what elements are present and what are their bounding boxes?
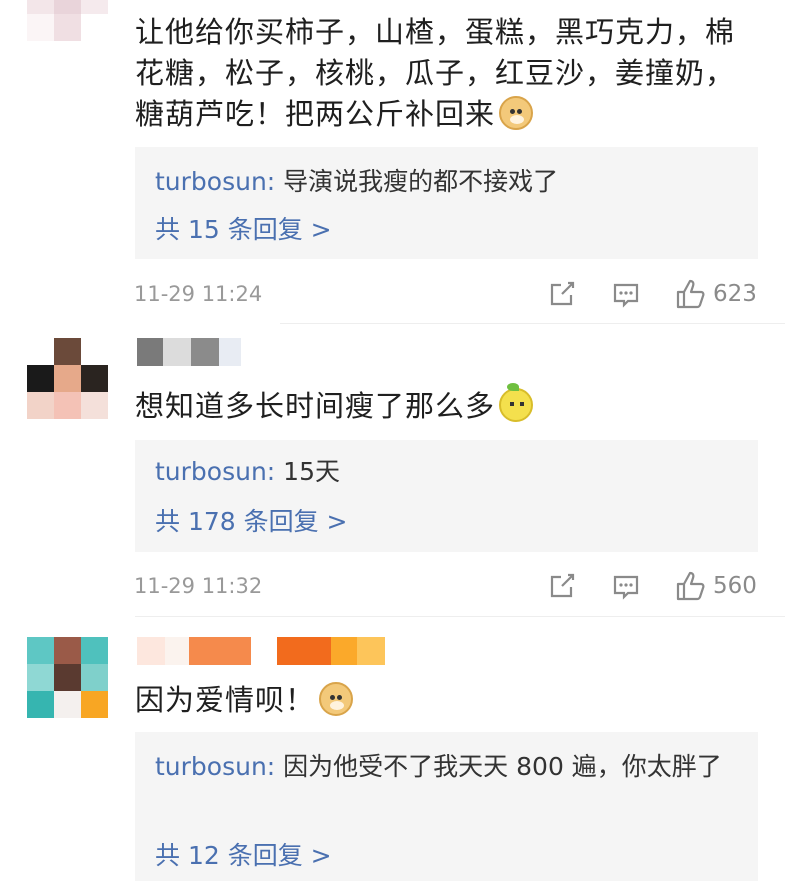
username-blurred[interactable] bbox=[137, 637, 385, 665]
reply-line: turbosun: 因为他受不了我天天 800 遍，你太胖了 bbox=[155, 748, 740, 785]
like-button[interactable]: 560 bbox=[675, 570, 757, 602]
comment-text: 让他给你买柿子，山楂，蛋糕，黑巧克力，棉花糖，松子，核桃，瓜子，红豆沙，姜撞奶，… bbox=[135, 12, 755, 135]
like-icon bbox=[676, 571, 705, 601]
like-count: 623 bbox=[713, 281, 757, 307]
reply-text: 因为他受不了我天天 800 遍，你太胖了 bbox=[275, 752, 722, 781]
like-count: 560 bbox=[713, 573, 757, 599]
comment-meta: 11-29 11:24 623 bbox=[0, 274, 785, 314]
reply-text: 15天 bbox=[275, 457, 340, 486]
reply-line: turbosun: 15天 bbox=[155, 454, 340, 490]
avatar-blurred[interactable] bbox=[27, 0, 108, 41]
comment-button[interactable] bbox=[612, 281, 640, 309]
comment-text: 因为爱情呗！ bbox=[135, 680, 755, 721]
username-blurred[interactable] bbox=[137, 338, 241, 366]
timestamp: 11-29 11:24 bbox=[134, 282, 263, 306]
comment-icon bbox=[613, 283, 639, 308]
comment-text-content: 让他给你买柿子，山楂，蛋糕，黑巧克力，棉花糖，松子，核桃，瓜子，红豆沙，姜撞奶，… bbox=[135, 15, 736, 131]
avatar-blurred[interactable] bbox=[27, 637, 108, 718]
doge-emoji-icon bbox=[319, 682, 354, 716]
reply-username[interactable]: turbosun: bbox=[155, 167, 275, 196]
share-button[interactable] bbox=[548, 280, 576, 308]
like-button[interactable]: 623 bbox=[675, 278, 757, 310]
reply-box[interactable]: turbosun: 15天 共 178 条回复 > bbox=[135, 440, 758, 552]
more-replies-link[interactable]: 共 15 条回复 > bbox=[155, 210, 332, 246]
comment-button[interactable] bbox=[612, 573, 640, 601]
comment-text-content: 因为爱情呗！ bbox=[135, 683, 316, 717]
divider bbox=[280, 323, 785, 324]
timestamp: 11-29 11:32 bbox=[134, 574, 263, 598]
reply-line: turbosun: 导演说我瘦的都不接戏了 bbox=[155, 164, 558, 200]
share-icon bbox=[550, 573, 575, 598]
reply-username[interactable]: turbosun: bbox=[155, 457, 275, 486]
avatar-blurred[interactable] bbox=[27, 338, 108, 419]
like-icon bbox=[676, 279, 705, 309]
comment-icon bbox=[613, 575, 639, 600]
reply-box[interactable]: turbosun: 因为他受不了我天天 800 遍，你太胖了 共 12 条回复 … bbox=[135, 732, 758, 881]
comment-text: 想知道多长时间瘦了那么多 bbox=[135, 383, 755, 427]
share-button[interactable] bbox=[548, 572, 576, 600]
lemon-emoji-icon bbox=[499, 383, 534, 422]
reply-text: 导演说我瘦的都不接戏了 bbox=[275, 167, 559, 196]
comment-meta: 11-29 11:32 560 bbox=[0, 566, 785, 606]
reply-box[interactable]: turbosun: 导演说我瘦的都不接戏了 共 15 条回复 > bbox=[135, 147, 758, 259]
reply-username[interactable]: turbosun: bbox=[155, 752, 275, 781]
doge-emoji-icon bbox=[499, 96, 534, 130]
more-replies-link[interactable]: 共 12 条回复 > bbox=[155, 836, 332, 872]
divider bbox=[135, 616, 785, 617]
more-replies-link[interactable]: 共 178 条回复 > bbox=[155, 502, 348, 538]
share-icon bbox=[550, 281, 575, 306]
comment-text-content: 想知道多长时间瘦了那么多 bbox=[135, 389, 496, 423]
